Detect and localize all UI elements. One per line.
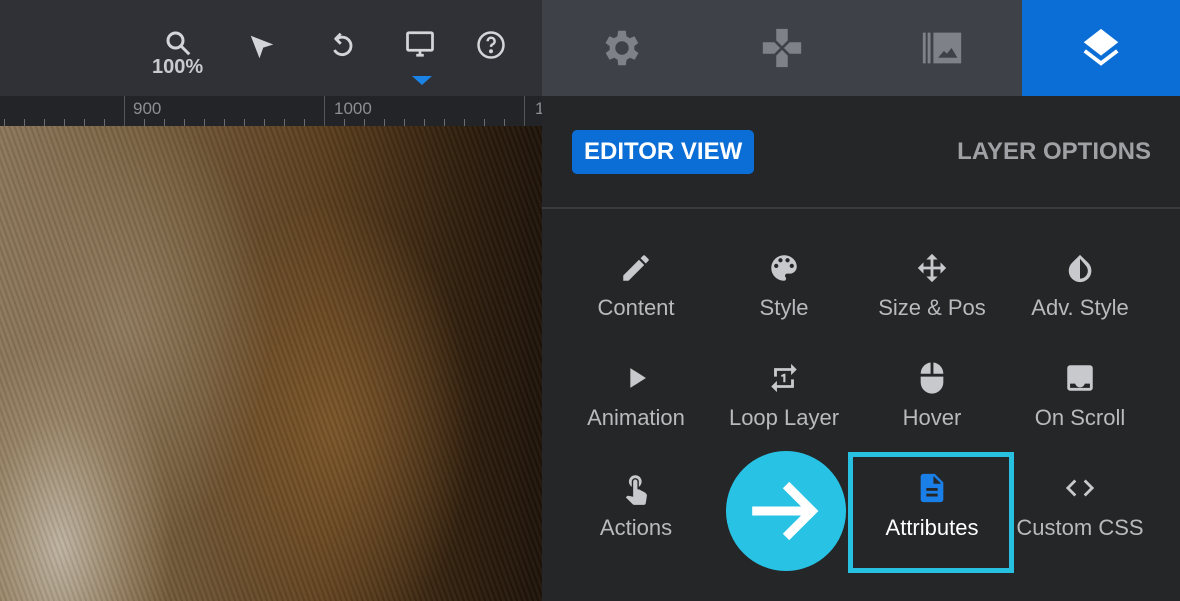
tab-layers[interactable]	[1022, 0, 1180, 96]
ruler-tick	[124, 96, 125, 126]
repeat-icon	[771, 363, 797, 393]
gamepad-icon	[762, 28, 802, 68]
option-label: Animation	[587, 405, 685, 430]
ruler-tick	[444, 119, 445, 126]
pencil-icon	[623, 255, 649, 281]
option-size-pos[interactable]: Size & Pos	[858, 251, 1006, 321]
download-box-icon	[1067, 365, 1093, 391]
ruler-tick	[204, 119, 205, 126]
ruler-tick	[64, 119, 65, 126]
option-label: Custom CSS	[1016, 515, 1144, 540]
horizontal-ruler: 900 1000 1	[0, 96, 542, 126]
option-label: Style	[759, 295, 809, 320]
ruler-tick	[4, 119, 5, 126]
canvas-image[interactable]	[0, 126, 542, 601]
option-style[interactable]: Style	[710, 251, 858, 321]
attributes-highlight-box	[848, 452, 1014, 573]
panel-tabs	[542, 0, 1180, 96]
search-icon	[166, 31, 190, 56]
ruler-tick	[164, 119, 165, 126]
zoom-button[interactable]: 100%	[152, 28, 203, 79]
ruler-tick	[284, 119, 285, 126]
ruler-tick	[484, 119, 485, 126]
option-on-scroll[interactable]: On Scroll	[1006, 361, 1154, 431]
ruler-tick	[244, 119, 245, 126]
gear-icon	[605, 30, 639, 66]
option-label: On Scroll	[1034, 405, 1126, 430]
ruler-tick	[524, 96, 525, 126]
ruler-tick	[504, 119, 505, 126]
ruler-tick	[464, 119, 465, 126]
option-animation[interactable]: Animation	[562, 361, 710, 431]
option-label: Adv. Style	[1031, 295, 1129, 320]
option-label: Loop Layer	[728, 405, 840, 430]
help-icon	[477, 31, 505, 59]
layers-icon	[1083, 28, 1119, 66]
pointer-icon	[250, 35, 274, 59]
option-label: Actions	[599, 515, 673, 540]
ruler-tick	[364, 119, 365, 126]
arrow-right-icon	[752, 481, 819, 541]
canvas-toolbar: 100%	[0, 0, 542, 96]
undo-button[interactable]	[327, 30, 357, 60]
layer-options-button[interactable]: LAYER OPTIONS	[957, 138, 1151, 166]
mouse-icon	[920, 362, 944, 394]
active-device-indicator	[412, 76, 432, 85]
option-actions[interactable]: Actions	[562, 471, 710, 541]
desktop-icon	[406, 31, 434, 57]
move-icon	[917, 253, 947, 283]
palette-icon	[771, 255, 797, 281]
ruler-tick	[84, 119, 85, 126]
ruler-tick	[404, 119, 405, 126]
ruler-tick	[24, 119, 25, 126]
option-label: Content	[597, 295, 675, 320]
ruler-label: 900	[133, 99, 162, 118]
option-content[interactable]: Content	[562, 251, 710, 321]
ruler-tick	[344, 119, 345, 126]
option-label: Hover	[902, 405, 962, 430]
ruler-tick	[424, 119, 425, 126]
select-tool-button[interactable]	[247, 32, 277, 62]
option-loop-layer[interactable]: Loop Layer	[710, 361, 858, 431]
ruler-label: 1000	[334, 99, 372, 118]
ruler-tick	[224, 119, 225, 126]
option-hover[interactable]: Hover	[858, 361, 1006, 431]
pointer-arrow-callout	[726, 451, 846, 571]
code-icon	[1065, 479, 1095, 497]
tab-media[interactable]	[862, 0, 1022, 96]
help-button[interactable]	[476, 30, 506, 60]
zoom-level: 100%	[152, 56, 204, 78]
ruler-tick	[384, 119, 385, 126]
option-adv-style[interactable]: Adv. Style	[1006, 251, 1154, 321]
option-custom-css[interactable]: Custom CSS	[1006, 471, 1154, 541]
tab-settings[interactable]	[542, 0, 702, 96]
option-label: Size & Pos	[878, 295, 986, 320]
touch-icon	[625, 475, 647, 505]
device-desktop-button[interactable]	[405, 29, 435, 59]
ruler-tick	[104, 119, 105, 126]
editor-view-button[interactable]: EDITOR VIEW	[572, 130, 755, 174]
view-switcher: EDITOR VIEW LAYER OPTIONS	[542, 96, 1180, 209]
ruler-tick	[304, 119, 305, 126]
media-library-icon	[922, 32, 962, 64]
undo-icon	[333, 32, 353, 57]
ruler-tick	[264, 119, 265, 126]
ruler-tick	[184, 119, 185, 126]
ruler-tick	[324, 96, 325, 126]
tab-navigation[interactable]	[702, 0, 862, 96]
ruler-tick	[44, 119, 45, 126]
play-icon	[630, 368, 646, 388]
ruler-tick	[144, 119, 145, 126]
ruler-label: 1	[535, 99, 542, 118]
drop-icon	[1068, 254, 1092, 283]
